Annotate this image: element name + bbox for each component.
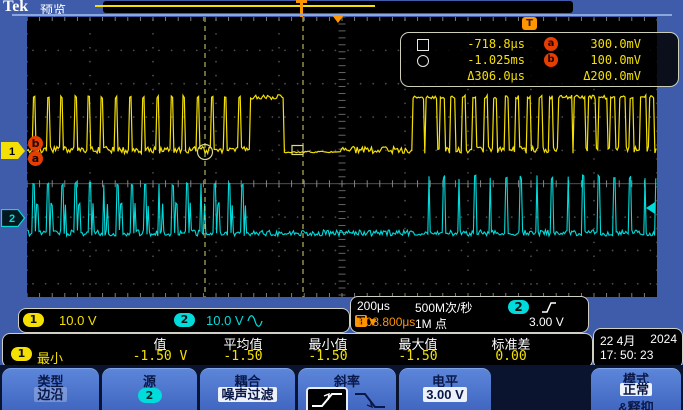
menu-type-value: 边沿: [34, 387, 66, 402]
menu-level-title: 电平: [399, 371, 491, 387]
trigger-slope-rising-icon: [541, 301, 557, 314]
trigger-position-marker[interactable]: T: [522, 17, 537, 30]
menu-mode-extra: &释抑: [591, 397, 681, 410]
horizontal-trigger-readout: 200μs 500M次/秒 2 T→▼-608.800μs 1M 点 3.00 …: [350, 296, 589, 333]
channel-scale-readout: 1 10.0 V 2 10.0 V: [18, 308, 350, 333]
menu-button-coupling[interactable]: 耦合 噪声过滤: [200, 368, 295, 410]
oscilloscope-screen: Tek 预览 T 1 b a 2 -718.8μs a 300.0mV -1.0…: [0, 0, 683, 410]
channel-1-scale: 10.0 V: [59, 313, 97, 328]
channel-2-badge: 2: [174, 313, 195, 327]
channel-2-marker-label: 2: [9, 213, 15, 225]
measurement-source-badge: 1: [11, 347, 32, 361]
channel-1-marker-label: 1: [9, 146, 15, 158]
channel-2-marker[interactable]: 2: [1, 209, 26, 227]
year: 2024: [650, 332, 677, 346]
cursor-b-marker[interactable]: b: [28, 136, 43, 151]
menu-button-mode[interactable]: 模式 正常 &释抑: [591, 368, 681, 410]
circle-cursor-icon: [417, 55, 429, 67]
sample-rate: 500M次/秒: [415, 299, 472, 316]
measurement-col-stddev: 标准差0.00: [491, 334, 530, 364]
menu-mode-title: 模式: [591, 369, 681, 382]
date: 22 4月: [600, 332, 635, 349]
square-cursor-icon: [417, 39, 429, 51]
falling-edge-icon[interactable]: [352, 389, 388, 410]
trigger-level-arrow-icon[interactable]: [646, 202, 655, 214]
measurement-strip: 1 最小 值-1.50 V 平均值-1.50 最小值-1.50 最大值-1.50…: [2, 333, 593, 368]
menu-slope-title: 斜率: [298, 371, 396, 387]
rising-edge-icon: [309, 389, 345, 410]
channel-1-badge: 1: [23, 313, 44, 327]
measurement-col-max: 最大值-1.50: [398, 334, 437, 364]
cursor-a-marker[interactable]: a: [28, 151, 43, 166]
measurement-col-value: 值-1.50 V: [133, 334, 188, 364]
channel-2-scale: 10.0 V: [206, 313, 244, 328]
menu-type-title: 类型: [2, 371, 99, 387]
measurement-col-min: 最小值-1.50: [308, 334, 347, 364]
timebase-scale: 200μs: [357, 299, 390, 313]
cursor-delta-voltage: Δ200.0mV: [551, 69, 641, 83]
record-length: 1M 点: [415, 315, 447, 332]
time: 17: 50: 23: [600, 348, 653, 362]
slope-rising-selected-box[interactable]: [306, 387, 348, 410]
menu-button-slope[interactable]: 斜率: [298, 368, 396, 410]
expansion-point-icon: [332, 15, 344, 23]
ch2-coupling-sine-icon: [247, 315, 263, 327]
record-waveform-line: [95, 5, 375, 7]
menu-button-source[interactable]: 源 2: [102, 368, 197, 410]
measurement-col-mean: 平均值-1.50: [223, 334, 262, 364]
record-view-bar: [103, 1, 573, 13]
cursor-delta-time: Δ306.0μs: [435, 69, 525, 83]
datetime-box: 22 4月 2024 17: 50: 23: [593, 328, 683, 369]
menu-source-badge: 2: [138, 388, 162, 403]
trigger-level-value: 3.00 V: [529, 315, 564, 329]
cursor-a-time: -1.025ms: [435, 53, 525, 67]
menu-level-value: 3.00 V: [423, 387, 467, 402]
trigger-delay-value: -608.800μs: [355, 315, 415, 329]
menu-button-level[interactable]: 电平 3.00 V: [399, 368, 491, 410]
cursor-b-voltage: 100.0mV: [551, 53, 641, 67]
trigger-source-badge: 2: [508, 300, 529, 314]
channel-1-marker[interactable]: 1: [1, 142, 26, 160]
menu-mode-value: 正常: [620, 383, 652, 396]
menu-coupling-title: 耦合: [200, 371, 295, 387]
menu-source-title: 源: [102, 371, 197, 387]
cursor-readout-box: -718.8μs a 300.0mV -1.025ms b 100.0mV Δ3…: [400, 32, 679, 87]
cursor-a-voltage: 300.0mV: [551, 37, 641, 51]
cursor-b-time: -718.8μs: [435, 37, 525, 51]
menu-button-type[interactable]: 类型 边沿: [2, 368, 99, 410]
menu-coupling-value: 噪声过滤: [218, 387, 276, 402]
